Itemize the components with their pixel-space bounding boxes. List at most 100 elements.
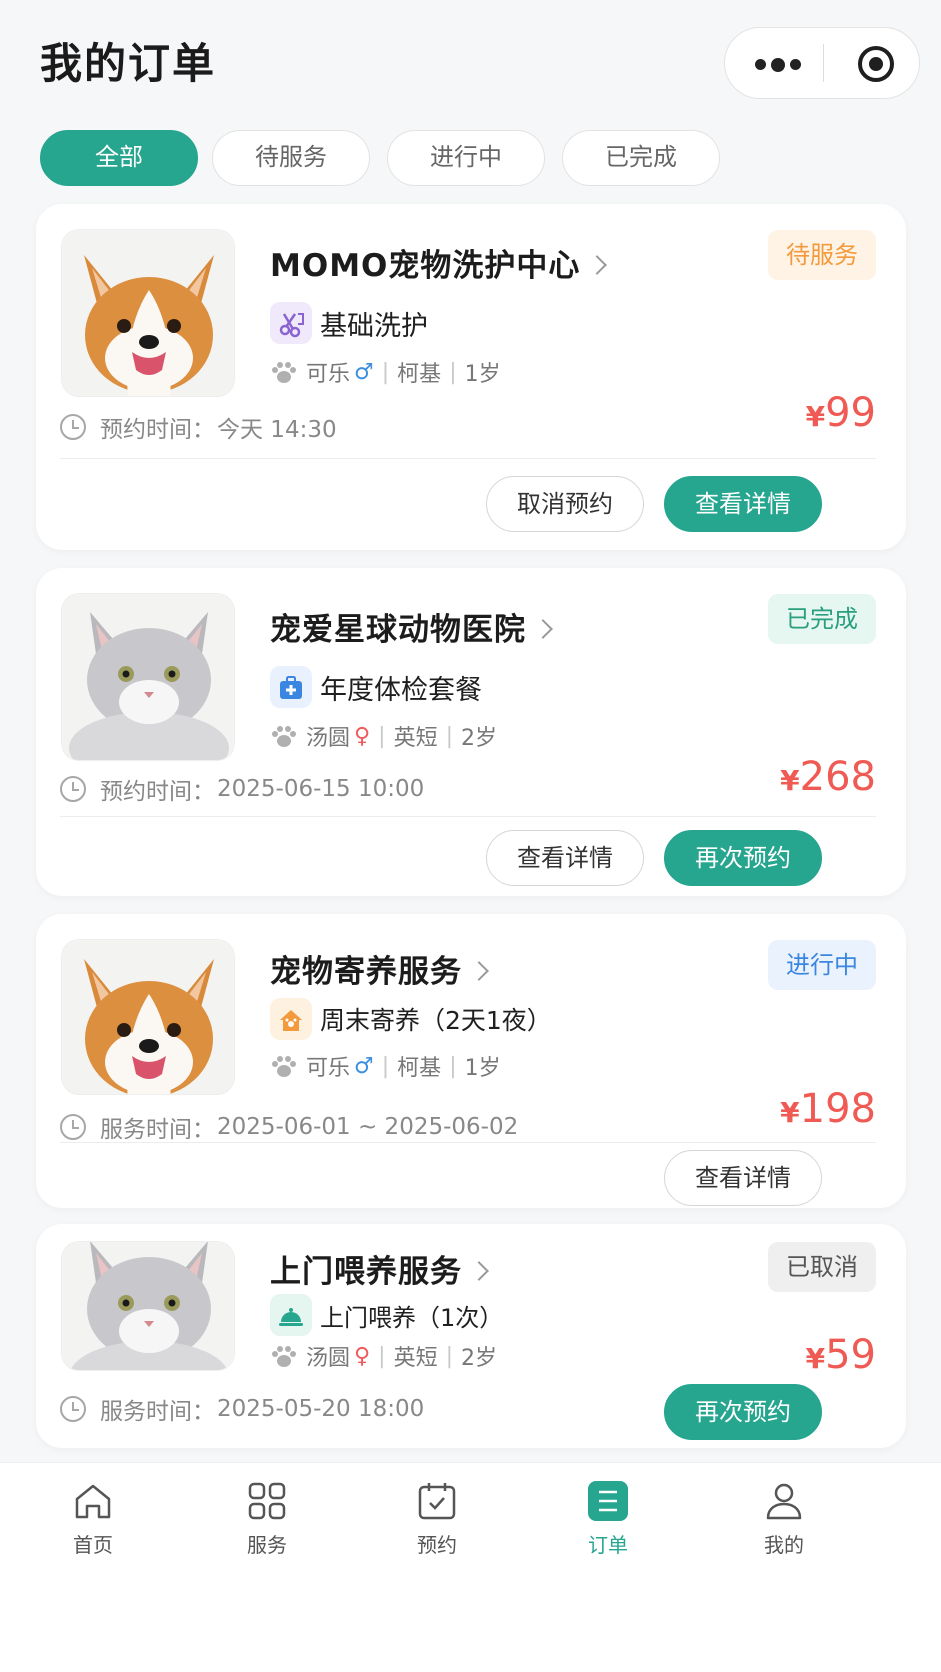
pet-name: 可乐	[306, 1056, 351, 1081]
pet-breed: 英短	[393, 726, 438, 751]
order-price: ¥198	[780, 1086, 876, 1132]
pet-info: 可乐 ♂ | 柯基 | 1岁	[270, 1050, 501, 1084]
pet-age: 1岁	[464, 1056, 501, 1081]
bottom-tab-bar: 首页 服务 预约 订单 我的	[0, 1462, 941, 1672]
paw-icon	[272, 362, 296, 383]
shop-name: 宠物寄养服务	[270, 954, 462, 990]
divider	[60, 1142, 876, 1143]
service-name: 上门喂养（1次）	[320, 1303, 504, 1332]
appointment-time: 预约时间：今天 14:30	[60, 410, 337, 443]
shop-name: 宠爱星球动物医院	[270, 612, 526, 648]
user-icon	[766, 1483, 802, 1520]
order-list-icon	[588, 1481, 628, 1521]
pet-info: 汤圆 ♀ | 英短 | 2岁	[270, 1340, 497, 1374]
cancel-appointment-button[interactable]: 取消预约	[486, 476, 644, 532]
time-label: 服务时间：	[100, 1117, 215, 1143]
shop-link[interactable]: 宠爱星球动物医院	[270, 604, 553, 648]
chevron-right-icon	[469, 1261, 489, 1281]
status-badge: 已取消	[768, 1242, 876, 1292]
pet-age: 1岁	[464, 362, 501, 387]
time-label: 预约时间：	[100, 779, 215, 805]
nav-profile[interactable]: 我的	[724, 1479, 844, 1558]
pet-age: 2岁	[461, 726, 497, 751]
time-label: 服务时间：	[100, 1399, 215, 1425]
tab-in-progress[interactable]: 进行中	[387, 130, 545, 186]
grooming-scissors-icon	[270, 302, 312, 344]
service-time: 服务时间：2025-05-20 18:00	[60, 1392, 425, 1425]
status-badge: 待服务	[768, 230, 876, 280]
pet-avatar-corgi	[61, 229, 235, 397]
status-badge: 已完成	[768, 594, 876, 644]
mini-program-capsule	[724, 27, 920, 99]
service-name: 周末寄养（2天1夜）	[320, 1006, 552, 1035]
tab-pending[interactable]: 待服务	[212, 130, 370, 186]
service-row: 上门喂养（1次）	[270, 1294, 503, 1336]
pet-name: 可乐	[306, 362, 351, 387]
paw-icon	[272, 1056, 296, 1077]
female-icon: ♀	[354, 1343, 371, 1369]
nav-home[interactable]: 首页	[33, 1479, 153, 1558]
shop-link[interactable]: 宠物寄养服务	[270, 946, 489, 990]
clock-icon	[60, 776, 86, 802]
order-price: ¥99	[805, 390, 876, 436]
close-target-icon[interactable]	[858, 46, 894, 82]
clock-icon	[60, 414, 86, 440]
calendar-icon	[418, 1483, 456, 1520]
service-name: 年度体检套餐	[320, 674, 482, 706]
divider	[60, 458, 876, 459]
pet-info: 汤圆 ♀ | 英短 | 2岁	[270, 720, 497, 754]
pet-avatar-cat	[61, 1241, 235, 1371]
chevron-right-icon	[469, 961, 489, 981]
service-row: 年度体检套餐	[270, 666, 482, 708]
order-card[interactable]: 宠爱星球动物医院 已完成 年度体检套餐 汤圆 ♀ | 英短 | 2岁 预约时间：2025-…	[36, 568, 906, 896]
pet-avatar-corgi	[61, 939, 235, 1095]
time-value: 今天 14:30	[217, 417, 337, 443]
view-details-button[interactable]: 查看详情	[664, 476, 822, 532]
shop-link[interactable]: MOMO宠物洗护中心	[270, 240, 608, 284]
clock-icon	[60, 1396, 86, 1422]
service-time: 服务时间：2025-06-01 ~ 2025-06-02	[60, 1110, 518, 1143]
more-icon[interactable]	[755, 54, 815, 74]
home-icon	[75, 1484, 111, 1519]
order-card[interactable]: MOMO宠物洗护中心 待服务 基础洗护 可乐 ♂ | 柯基 | 1岁 预约时间：今天 14…	[36, 204, 906, 550]
pet-avatar-cat	[61, 593, 235, 761]
grid-icon	[248, 1482, 286, 1520]
time-value: 2025-05-20 18:00	[217, 1396, 425, 1422]
paw-icon	[272, 726, 296, 747]
nav-orders[interactable]: 订单	[548, 1479, 668, 1558]
order-price: ¥268	[780, 754, 876, 800]
divider	[60, 816, 876, 817]
clock-icon	[60, 1114, 86, 1140]
time-value: 2025-06-15 10:00	[217, 776, 425, 802]
rebook-button[interactable]: 再次预约	[664, 830, 822, 886]
view-details-button[interactable]: 查看详情	[486, 830, 644, 886]
pet-breed: 柯基	[397, 1056, 442, 1081]
status-badge: 进行中	[768, 940, 876, 990]
paw-icon	[272, 1346, 296, 1367]
pet-breed: 英短	[393, 1346, 438, 1371]
pet-name: 汤圆	[306, 726, 351, 751]
order-card[interactable]: 上门喂养服务 已取消 上门喂养（1次） 汤圆 ♀ | 英短 | 2岁 服务时间：2025-…	[36, 1224, 906, 1448]
order-price: ¥59	[805, 1332, 876, 1378]
pet-info: 可乐 ♂ | 柯基 | 1岁	[270, 356, 501, 390]
pet-house-icon	[270, 998, 312, 1040]
service-name: 基础洗护	[320, 310, 428, 342]
medical-kit-icon	[270, 666, 312, 708]
view-details-button[interactable]: 查看详情	[664, 1150, 822, 1206]
time-label: 预约时间：	[100, 417, 215, 443]
food-bell-icon	[270, 1294, 312, 1336]
nav-services[interactable]: 服务	[207, 1479, 327, 1558]
page-title: 我的订单	[40, 39, 217, 88]
capsule-divider	[823, 44, 824, 82]
male-icon: ♂	[354, 1053, 374, 1079]
order-card[interactable]: 宠物寄养服务 进行中 周末寄养（2天1夜） 可乐 ♂ | 柯基 | 1岁 服务时间：202…	[36, 914, 906, 1208]
tab-completed[interactable]: 已完成	[562, 130, 720, 186]
shop-name: MOMO宠物洗护中心	[270, 248, 581, 284]
shop-link[interactable]: 上门喂养服务	[270, 1246, 489, 1290]
chevron-right-icon	[533, 619, 553, 639]
tab-all[interactable]: 全部	[40, 130, 198, 186]
pet-breed: 柯基	[397, 362, 442, 387]
nav-appointments[interactable]: 预约	[377, 1479, 497, 1558]
chevron-right-icon	[587, 255, 608, 275]
rebook-button[interactable]: 再次预约	[664, 1384, 822, 1440]
